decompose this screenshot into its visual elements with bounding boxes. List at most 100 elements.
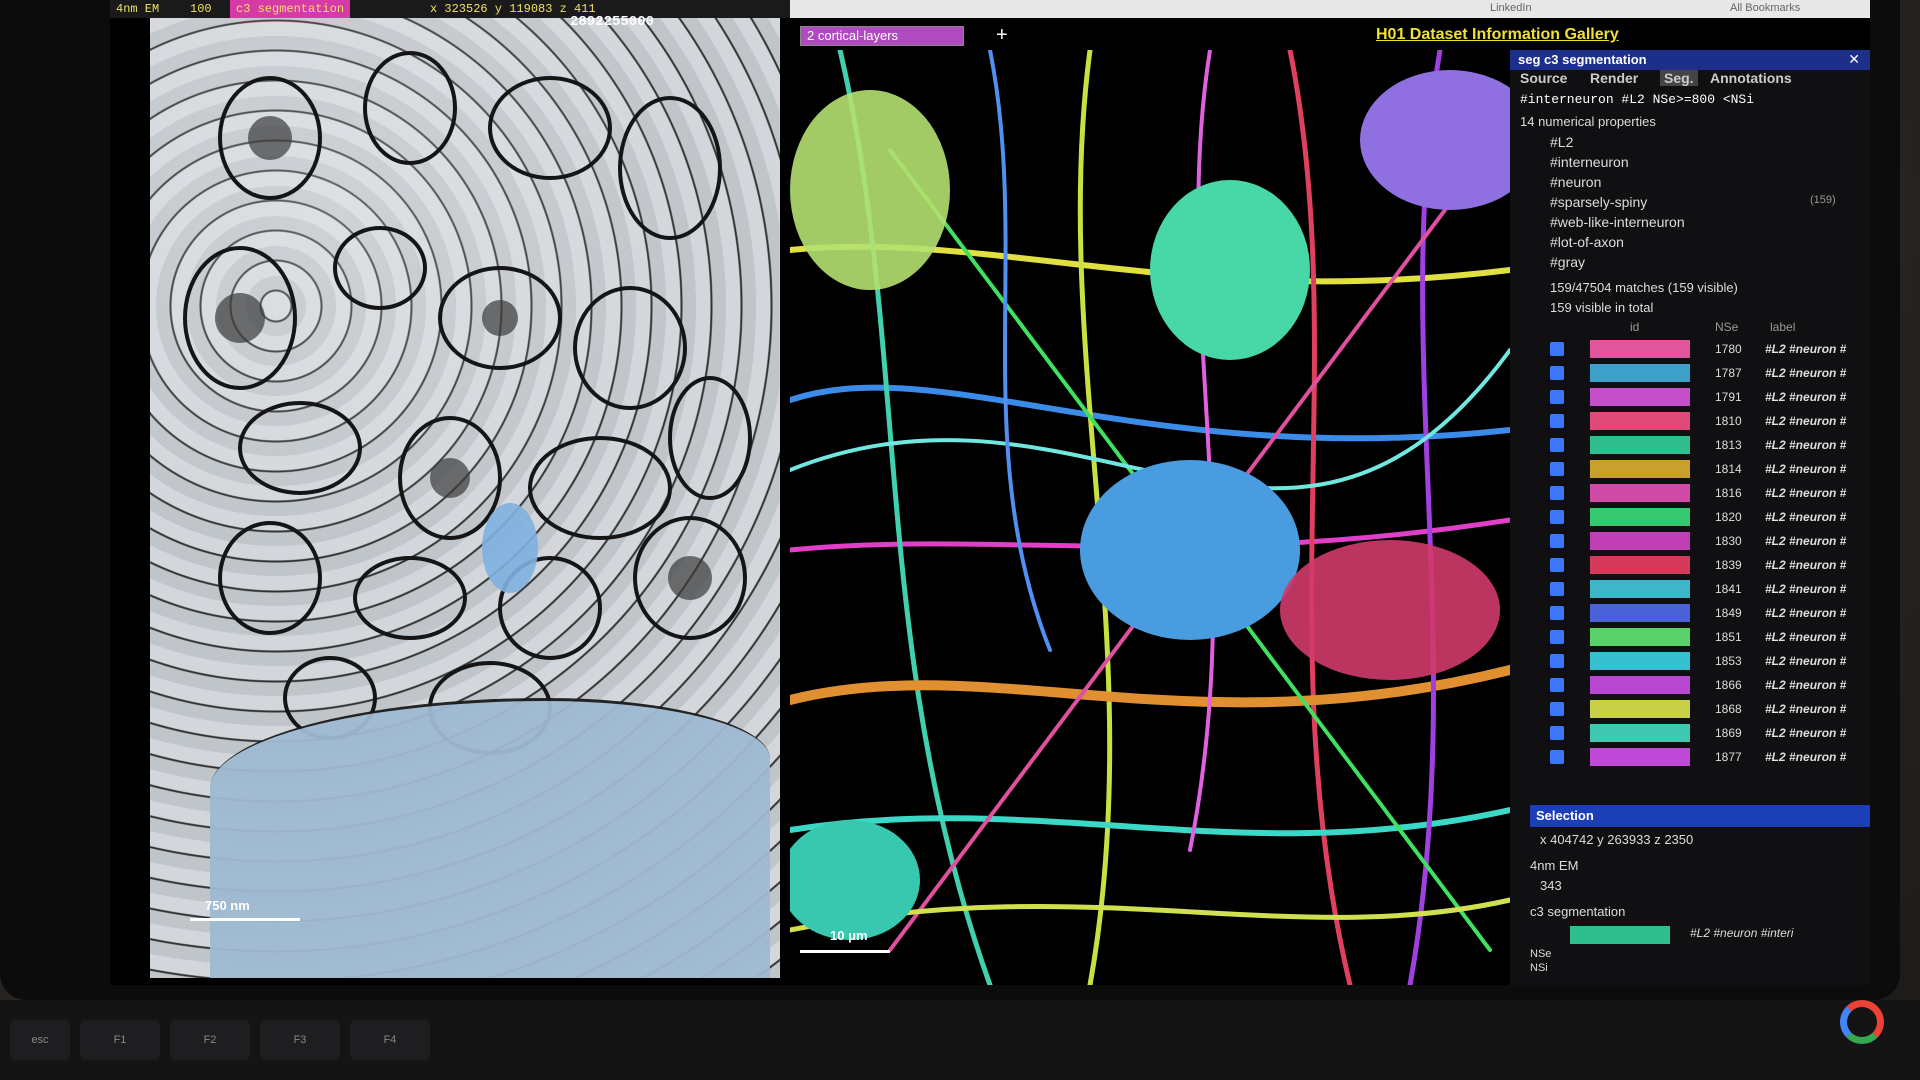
row-checkbox[interactable] xyxy=(1550,558,1564,572)
tag-sparsely-spiny[interactable]: #sparsely-spiny xyxy=(1550,194,1647,210)
row-nse: 1849 xyxy=(1715,606,1742,620)
row-checkbox[interactable] xyxy=(1550,606,1564,620)
row-checkbox[interactable] xyxy=(1550,750,1564,764)
table-row[interactable]: 1868 #L2 #neuron # xyxy=(1510,700,1870,720)
col-nse[interactable]: NSe xyxy=(1715,320,1738,334)
row-label: #L2 #neuron # xyxy=(1765,678,1847,692)
segment-color-swatch xyxy=(1590,628,1690,646)
table-row[interactable]: 1866 #L2 #neuron # xyxy=(1510,676,1870,696)
table-row[interactable]: 1877 #L2 #neuron # xyxy=(1510,748,1870,768)
table-row[interactable]: 1810 #L2 #neuron # xyxy=(1510,412,1870,432)
seg-color-swatch xyxy=(1570,926,1670,944)
table-row[interactable]: 1780 #L2 #neuron # xyxy=(1510,340,1870,360)
row-checkbox[interactable] xyxy=(1550,438,1564,452)
row-label: #L2 #neuron # xyxy=(1765,726,1847,740)
row-checkbox[interactable] xyxy=(1550,342,1564,356)
row-label: #L2 #neuron # xyxy=(1765,702,1847,716)
segment-color-swatch xyxy=(1590,676,1690,694)
table-row[interactable]: 1814 #L2 #neuron # xyxy=(1510,460,1870,480)
tag-web-like-interneuron[interactable]: #web-like-interneuron xyxy=(1550,214,1685,230)
table-row[interactable]: 1841 #L2 #neuron # xyxy=(1510,580,1870,600)
tag-interneuron[interactable]: #interneuron xyxy=(1550,154,1629,170)
props-title[interactable]: 14 numerical properties xyxy=(1520,114,1656,129)
bookmark-all[interactable]: All Bookmarks xyxy=(1730,2,1800,14)
row-nse: 1814 xyxy=(1715,462,1742,476)
segment-color-swatch xyxy=(1590,532,1690,550)
close-icon[interactable]: ✕ xyxy=(1848,51,1860,68)
em-scale-bar xyxy=(190,918,300,921)
seg-tab[interactable]: c3 segmentation xyxy=(230,0,351,18)
row-checkbox[interactable] xyxy=(1550,462,1564,476)
segment-color-swatch xyxy=(1590,460,1690,478)
row-checkbox[interactable] xyxy=(1550,486,1564,500)
row-checkbox[interactable] xyxy=(1550,702,1564,716)
row-checkbox[interactable] xyxy=(1550,534,1564,548)
table-row[interactable]: 1813 #L2 #neuron # xyxy=(1510,436,1870,456)
table-row[interactable]: 1816 #L2 #neuron # xyxy=(1510,484,1870,504)
table-row[interactable]: 1791 #L2 #neuron # xyxy=(1510,388,1870,408)
row-label: #L2 #neuron # xyxy=(1765,558,1847,572)
google-logo-icon xyxy=(1840,1000,1884,1044)
tab-seg[interactable]: Seg. xyxy=(1660,70,1698,86)
tag-l2[interactable]: #L2 xyxy=(1550,134,1573,150)
table-row[interactable]: 1839 #L2 #neuron # xyxy=(1510,556,1870,576)
key-f3: F3 xyxy=(260,1020,340,1060)
cortical-layers-tab[interactable]: 2 cortical-layers xyxy=(800,26,964,46)
tag-neuron[interactable]: #neuron xyxy=(1550,174,1601,190)
row-checkbox[interactable] xyxy=(1550,414,1564,428)
row-nse: 1853 xyxy=(1715,654,1742,668)
row-checkbox[interactable] xyxy=(1550,366,1564,380)
seg-field-nsi: NSi xyxy=(1530,962,1548,974)
table-row[interactable]: 1820 #L2 #neuron # xyxy=(1510,508,1870,528)
tab-source[interactable]: Source xyxy=(1520,70,1567,86)
segment-id: 2892255000 xyxy=(570,14,655,30)
table-row[interactable]: 1851 #L2 #neuron # xyxy=(1510,628,1870,648)
mesh-3d-view[interactable]: 10 μm xyxy=(790,50,1510,985)
seg-field-nse: NSe xyxy=(1530,948,1552,960)
row-checkbox[interactable] xyxy=(1550,726,1564,740)
table-row[interactable]: 1853 #L2 #neuron # xyxy=(1510,652,1870,672)
row-checkbox[interactable] xyxy=(1550,390,1564,404)
side-panel-title: seg c3 segmentation xyxy=(1518,52,1647,67)
tab-annotations[interactable]: Annotations xyxy=(1710,70,1792,86)
mesh-scale-bar xyxy=(800,950,890,953)
tag-lot-of-axon[interactable]: #lot-of-axon xyxy=(1550,234,1624,250)
row-label: #L2 #neuron # xyxy=(1765,390,1847,404)
neuron-meshes xyxy=(790,50,1510,985)
tag-count: (159) xyxy=(1810,194,1836,206)
table-row[interactable]: 1869 #L2 #neuron # xyxy=(1510,724,1870,744)
row-checkbox[interactable] xyxy=(1550,510,1564,524)
key-esc: esc xyxy=(10,1020,70,1060)
row-checkbox[interactable] xyxy=(1550,630,1564,644)
row-label: #L2 #neuron # xyxy=(1765,342,1847,356)
table-row[interactable]: 1787 #L2 #neuron # xyxy=(1510,364,1870,384)
bookmark-linkedin[interactable]: LinkedIn xyxy=(1490,2,1532,14)
tag-gray[interactable]: #gray xyxy=(1550,254,1585,270)
row-nse: 1830 xyxy=(1715,534,1742,548)
row-label: #L2 #neuron # xyxy=(1765,534,1847,548)
row-nse: 1868 xyxy=(1715,702,1742,716)
add-layer-button[interactable]: + xyxy=(990,25,1014,45)
row-nse: 1810 xyxy=(1715,414,1742,428)
col-label[interactable]: label xyxy=(1770,320,1795,334)
segment-color-swatch xyxy=(1590,388,1690,406)
segment-color-swatch xyxy=(1590,580,1690,598)
query-input[interactable]: #interneuron #L2 NSe>=800 <NSi xyxy=(1520,92,1754,107)
row-nse: 1877 xyxy=(1715,750,1742,764)
matches-count: 159/47504 matches (159 visible) xyxy=(1550,280,1738,295)
table-row[interactable]: 1849 #L2 #neuron # xyxy=(1510,604,1870,624)
segment-color-swatch xyxy=(1590,724,1690,742)
selection-value[interactable]: 343 xyxy=(1540,878,1562,893)
row-checkbox[interactable] xyxy=(1550,678,1564,692)
table-row[interactable]: 1830 #L2 #neuron # xyxy=(1510,532,1870,552)
row-checkbox[interactable] xyxy=(1550,654,1564,668)
dataset-info-link[interactable]: H01 Dataset Information Gallery xyxy=(1370,26,1625,44)
row-checkbox[interactable] xyxy=(1550,582,1564,596)
em-panel[interactable]: 750 nm xyxy=(150,18,780,978)
mesh-layer-bar: 2 cortical-layers + H01 Dataset Informat… xyxy=(790,22,1870,50)
col-id[interactable]: id xyxy=(1630,320,1639,334)
laptop-bezel: LinkedIn All Bookmarks 4nm EM 100 c3 seg… xyxy=(0,0,1900,1000)
tab-render[interactable]: Render xyxy=(1590,70,1638,86)
selection-coords: x 404742 y 263933 z 2350 xyxy=(1540,832,1694,847)
row-nse: 1791 xyxy=(1715,390,1742,404)
